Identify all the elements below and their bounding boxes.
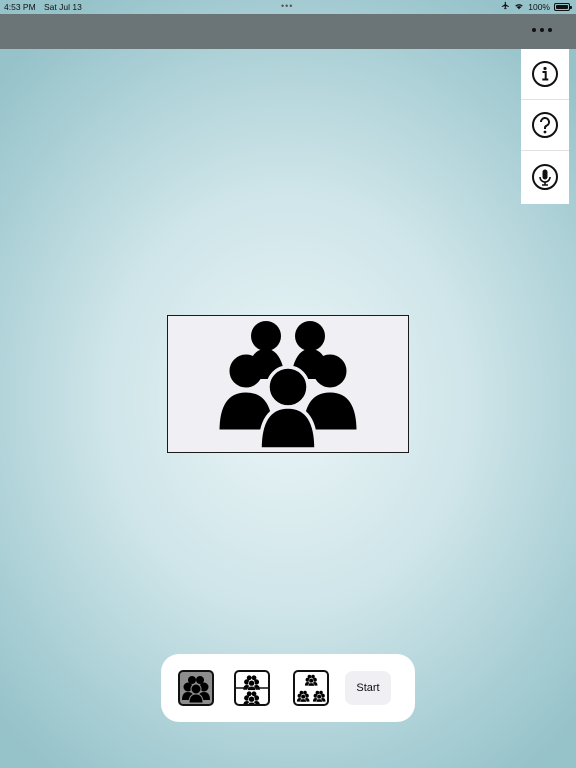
four-groups-icon (296, 674, 326, 703)
status-right: 100% (501, 1, 572, 12)
multitasking-dots-icon[interactable]: ••• (281, 1, 293, 11)
status-bar: 4:53 PM Sat Jul 13 ••• 100% (0, 0, 576, 14)
microphone-icon (532, 163, 558, 190)
info-icon (532, 61, 558, 87)
help-button[interactable] (521, 100, 569, 151)
wifi-icon (514, 2, 524, 12)
top-bar (0, 14, 576, 49)
two-groups-icon (236, 675, 268, 704)
single-group-mode-button[interactable] (178, 670, 214, 706)
more-options-icon[interactable] (532, 28, 552, 32)
start-button[interactable]: Start (345, 671, 391, 705)
four-groups-mode-button[interactable] (293, 670, 329, 706)
help-icon (532, 112, 558, 138)
microphone-button[interactable] (521, 151, 569, 202)
group-image-card[interactable] (167, 315, 409, 453)
status-time: 4:53 PM (4, 2, 36, 12)
side-panel (521, 49, 569, 204)
single-group-icon (182, 676, 210, 704)
battery-percent: 100% (528, 1, 550, 12)
mode-toolbar: Start (161, 654, 415, 722)
battery-icon (554, 2, 572, 11)
airplane-icon (501, 1, 510, 12)
group-of-people-icon (218, 321, 360, 449)
info-button[interactable] (521, 49, 569, 100)
status-date: Sat Jul 13 (44, 2, 82, 12)
two-groups-mode-button[interactable] (234, 670, 270, 706)
